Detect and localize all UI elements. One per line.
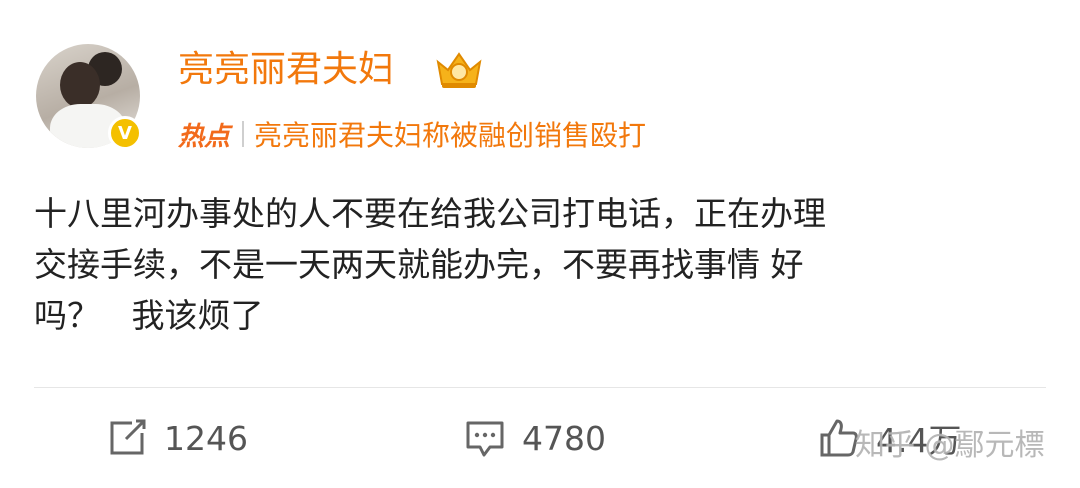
hot-tag: 热点 xyxy=(178,121,231,152)
action-divider xyxy=(34,387,1046,388)
repost-button[interactable]: 1246 xyxy=(106,412,248,464)
repost-count: 1246 xyxy=(164,418,248,458)
hot-topic-row[interactable]: 热点 亮亮丽君夫妇称被融创销售殴打 xyxy=(178,114,646,154)
username[interactable]: 亮亮丽君夫妇 xyxy=(178,48,394,92)
crown-icon xyxy=(436,52,482,88)
hot-topic-text[interactable]: 亮亮丽君夫妇称被融创销售殴打 xyxy=(254,114,646,154)
verified-badge-icon: V xyxy=(108,116,142,150)
comment-count: 4780 xyxy=(522,418,606,458)
watermark: 知乎 @鄢元標 xyxy=(855,428,1045,463)
post-body: 十八里河办事处的人不要在给我公司打电话，正在办理 交接手续，不是一天两天就能办完… xyxy=(34,194,826,335)
hot-divider xyxy=(242,121,245,147)
comment-icon xyxy=(466,421,504,457)
avatar-figure-woman xyxy=(60,62,100,108)
share-icon xyxy=(110,419,146,455)
thumbs-up-icon xyxy=(820,419,858,457)
comment-button[interactable]: 4780 xyxy=(464,412,606,464)
